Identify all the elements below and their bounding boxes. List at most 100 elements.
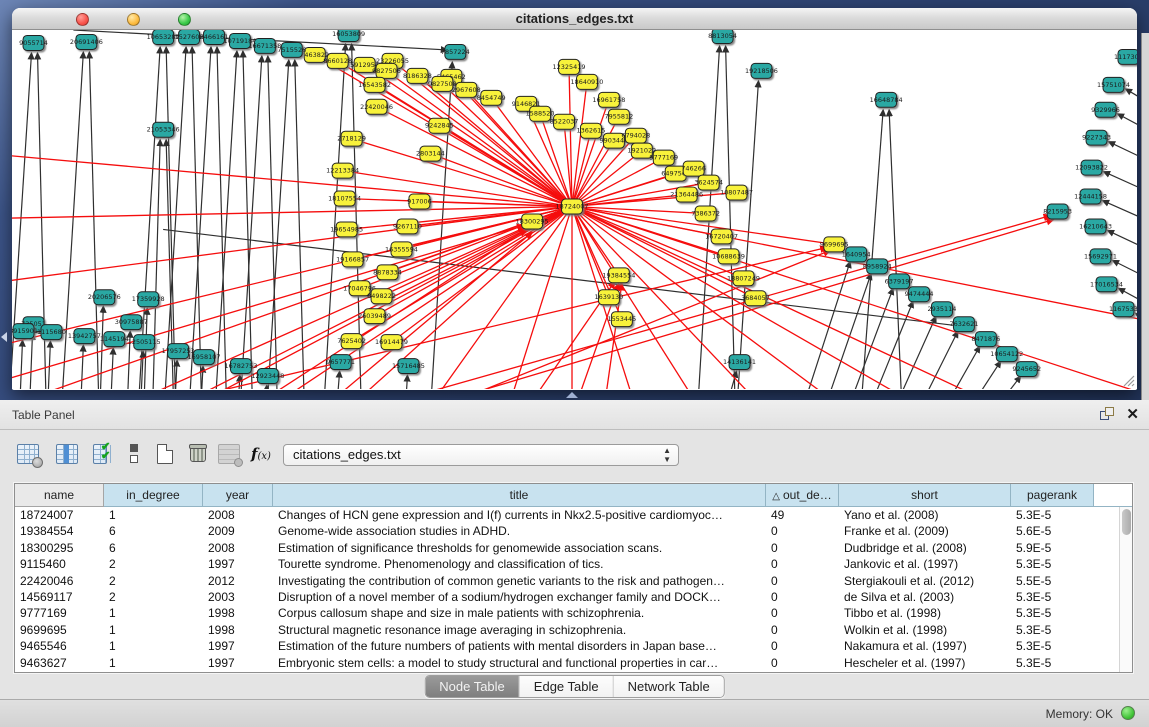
graph-node[interactable]: 1145194 [100, 332, 129, 347]
graph-node[interactable]: 8215953 [1043, 204, 1072, 219]
table-row[interactable]: 911546021997Tourette syndrome. Phenomeno… [15, 556, 1119, 572]
column-header-short[interactable]: short [839, 484, 1011, 507]
column-header-year[interactable]: year [203, 484, 273, 507]
graph-node[interactable]: 9474444 [905, 287, 934, 302]
graph-node[interactable]: 15716485 [392, 359, 425, 374]
tab-network-table[interactable]: Network Table [614, 676, 724, 697]
graph-node[interactable]: 13942757 [68, 329, 101, 344]
graph-edge[interactable] [28, 333, 33, 389]
graph-node[interactable]: 917006 [407, 194, 432, 209]
graph-edge[interactable] [572, 207, 1137, 330]
table-row[interactable]: 2242004622012Investigating the contribut… [15, 573, 1119, 589]
row-height-icon[interactable] [120, 440, 148, 468]
graph-edge[interactable] [402, 375, 407, 389]
select-columns-icon[interactable]: ✔✔ [90, 440, 118, 468]
graph-node[interactable]: 8878334 [373, 265, 402, 280]
table-row[interactable]: 1830029562008Estimation of significance … [15, 540, 1119, 556]
graph-edge[interactable] [45, 341, 50, 389]
graph-node[interactable]: 8498222 [367, 289, 396, 304]
table-row[interactable]: 969969511998Structural magnetic resonanc… [15, 622, 1119, 638]
graph-node[interactable]: 17359928 [132, 292, 165, 307]
table-row[interactable]: 977716911998Corpus callosum shape and si… [15, 605, 1119, 621]
graph-node[interactable]: 9657771 [326, 355, 355, 370]
table-scrollbar-thumb[interactable] [1122, 509, 1131, 535]
network-canvas[interactable]: 1872400718300295193845549699695746382286… [12, 30, 1137, 389]
graph-node[interactable]: 21364486 [670, 187, 703, 202]
graph-node[interactable]: 16648784 [870, 92, 903, 107]
graph-edge[interactable] [12, 150, 572, 207]
graph-node[interactable]: 15751074 [1097, 77, 1130, 92]
graph-node[interactable]: 8522037 [550, 114, 579, 129]
graph-node[interactable]: 1167533 [1109, 302, 1137, 317]
graph-node[interactable]: 20691406 [70, 34, 103, 49]
graph-node[interactable]: 1639130 [594, 290, 623, 305]
graph-node[interactable]: 9329966 [1091, 102, 1120, 117]
graph-node[interactable]: 16720407 [705, 229, 738, 244]
table-scrollbar[interactable] [1119, 507, 1132, 672]
graph-edge[interactable] [18, 340, 23, 389]
graph-edge[interactable] [572, 193, 737, 207]
graph-node[interactable]: 21053346 [147, 122, 180, 137]
graph-edge[interactable] [726, 46, 737, 389]
graph-edge[interactable] [1125, 89, 1137, 128]
graph-edge[interactable] [1108, 230, 1137, 269]
graph-node[interactable]: 2803144 [416, 146, 445, 161]
graph-node[interactable]: 1553445 [607, 312, 636, 327]
graph-node[interactable]: 12505115 [128, 335, 161, 350]
graph-node[interactable]: 1115680 [37, 325, 66, 340]
function-builder-icon[interactable]: f(x) [247, 440, 275, 468]
graph-node[interactable]: 6379197 [885, 274, 914, 289]
table-row[interactable]: 946554611997Estimation of the future num… [15, 638, 1119, 654]
graph-node[interactable]: 16210643 [1079, 219, 1112, 234]
graph-node[interactable]: 12923448 [251, 369, 284, 384]
graph-node[interactable]: 19384554 [602, 268, 635, 283]
column-header-out_de[interactable]: △out_de… [766, 484, 839, 507]
graph-node[interactable]: 9227343 [1082, 130, 1111, 145]
table-row[interactable]: 946362711997Embryonic stem cells: a mode… [15, 655, 1119, 671]
new-table-icon[interactable] [152, 440, 180, 468]
graph-node[interactable]: 1117305 [1114, 49, 1137, 64]
graph-node[interactable]: 8471876 [971, 332, 1000, 347]
graph-node[interactable]: 9245652 [1012, 362, 1041, 377]
graph-node[interactable]: 3684057 [741, 291, 770, 306]
close-panel-icon[interactable]: ✕ [1126, 405, 1139, 423]
table-row[interactable]: 1456911722003Disruption of a novel membe… [15, 589, 1119, 605]
graph-node[interactable]: 14136141 [723, 355, 756, 370]
column-header-name[interactable]: name [15, 484, 104, 507]
graph-node[interactable]: 15692971 [1084, 249, 1117, 264]
graph-node[interactable]: 9267110 [393, 219, 422, 234]
graph-edge[interactable] [262, 385, 267, 389]
panel-splitter-handle[interactable] [566, 392, 578, 398]
graph-node[interactable]: 3915901 [12, 324, 38, 339]
graph-edge[interactable] [439, 126, 572, 207]
show-columns-icon[interactable] [53, 440, 81, 468]
graph-node[interactable]: 2718129 [337, 131, 366, 146]
graph-node[interactable]: 1640954 [842, 247, 871, 262]
graph-edge[interactable] [889, 110, 904, 389]
graph-node[interactable]: 16961758 [592, 92, 625, 107]
graph-edge[interactable] [98, 306, 103, 389]
graph-node[interactable]: 7386372 [691, 206, 720, 221]
graph-node[interactable]: 2935114 [928, 302, 957, 317]
graph-node[interactable]: 9827506 [372, 63, 401, 78]
graph-node[interactable]: 8958924 [863, 259, 892, 274]
graph-node[interactable]: 8660128 [323, 53, 352, 68]
network-graph[interactable]: 1872400718300295193845549699695746382286… [12, 30, 1137, 389]
column-header-pagerank[interactable]: pagerank [1011, 484, 1094, 507]
graph-node[interactable]: 8454749 [477, 90, 506, 105]
graph-node[interactable]: 12325419 [553, 59, 586, 74]
graph-edge[interactable] [264, 60, 289, 389]
graph-node[interactable]: 19218506 [745, 63, 778, 78]
graph-node[interactable]: 16053809 [332, 30, 365, 41]
delete-column-icon[interactable] [184, 440, 212, 468]
graph-edge[interactable] [957, 376, 1021, 389]
graph-node[interactable]: 746266 [681, 161, 706, 176]
graph-edge[interactable] [430, 154, 572, 207]
graph-edge[interactable] [1104, 172, 1137, 211]
graph-node[interactable]: 8813054 [708, 30, 737, 43]
column-header-in_degree[interactable]: in_degree [104, 484, 203, 507]
table-selector-dropdown[interactable]: citations_edges.txt ▲▼ [283, 444, 679, 466]
tab-edge-table[interactable]: Edge Table [520, 676, 614, 697]
graph-node[interactable]: 7625402 [337, 334, 366, 349]
graph-node[interactable]: 20206576 [88, 290, 121, 305]
